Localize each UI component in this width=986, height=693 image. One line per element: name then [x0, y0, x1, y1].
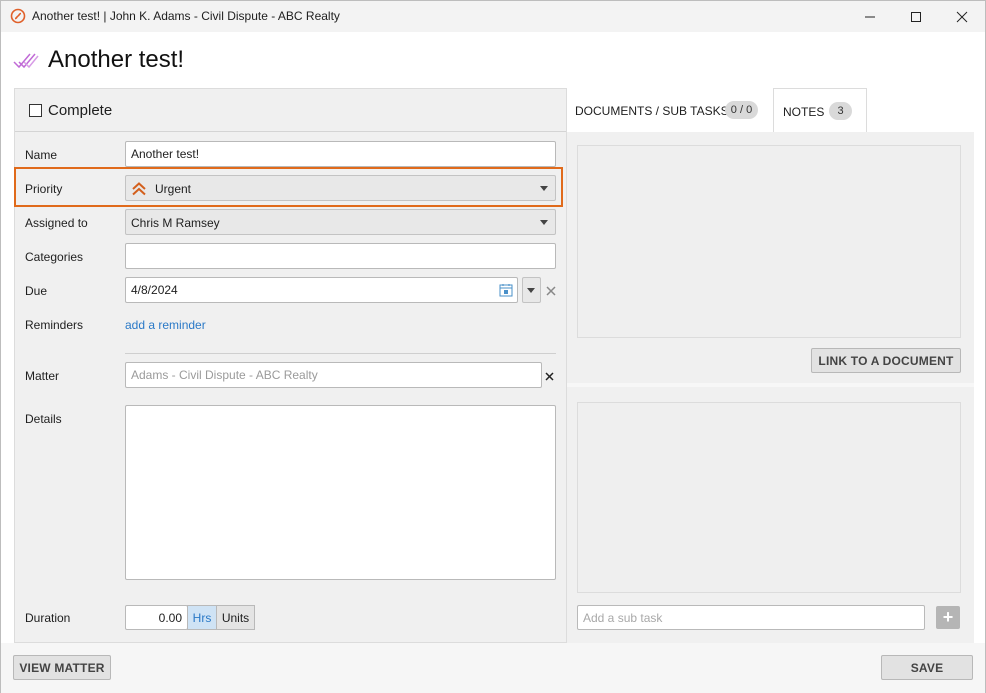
- view-matter-button[interactable]: VIEW MATTER: [13, 655, 111, 680]
- window-title: Another test! | John K. Adams - Civil Di…: [32, 9, 340, 23]
- details-textarea[interactable]: [125, 405, 556, 580]
- clear-matter-icon[interactable]: [545, 372, 554, 381]
- priority-select[interactable]: Urgent: [125, 175, 556, 201]
- assigned-to-value: Chris M Ramsey: [131, 216, 220, 230]
- minimize-button[interactable]: [847, 1, 893, 32]
- due-label: Due: [25, 284, 48, 298]
- categories-input[interactable]: [125, 243, 556, 269]
- assigned-to-select[interactable]: Chris M Ramsey: [125, 209, 556, 235]
- notes-count-badge: 3: [829, 102, 852, 120]
- page-title: Another test!: [48, 46, 185, 73]
- close-icon: [956, 11, 968, 22]
- title-bar: Another test! | John K. Adams - Civil Di…: [1, 1, 985, 32]
- documents-count-badge: 0 / 0: [725, 101, 758, 119]
- documents-list[interactable]: [577, 145, 961, 338]
- minimize-icon: [865, 16, 875, 17]
- duration-unit-hrs-toggle[interactable]: Hrs: [187, 605, 217, 630]
- panel-divider: [567, 383, 974, 387]
- double-chevron-up-icon: [132, 182, 146, 196]
- matter-input[interactable]: Adams - Civil Dispute - ABC Realty: [125, 362, 542, 388]
- duration-input[interactable]: 0.00: [125, 605, 188, 630]
- due-date-dropdown-button[interactable]: [522, 277, 541, 303]
- chevron-down-icon: [527, 288, 535, 293]
- task-check-icon: [13, 53, 39, 69]
- priority-select-value: Urgent: [155, 182, 192, 196]
- task-window: Another test! | John K. Adams - Civil Di…: [0, 0, 986, 693]
- footer-bar: VIEW MATTER SAVE: [1, 643, 985, 693]
- complete-label: Complete: [48, 102, 113, 119]
- name-input-value: Another test!: [131, 147, 200, 161]
- due-date-input[interactable]: 4/8/2024: [125, 277, 518, 303]
- reminders-label: Reminders: [25, 318, 84, 332]
- add-subtask-button[interactable]: +: [936, 606, 960, 629]
- name-label: Name: [25, 148, 58, 162]
- details-label: Details: [25, 412, 62, 426]
- complete-checkbox[interactable]: [29, 104, 42, 117]
- section-divider: [125, 353, 556, 354]
- matter-label: Matter: [25, 369, 60, 383]
- categories-label: Categories: [25, 250, 84, 264]
- hrs-label: Hrs: [192, 610, 212, 625]
- duration-label: Duration: [25, 611, 71, 625]
- priority-label: Priority: [25, 182, 63, 196]
- save-button[interactable]: SAVE: [881, 655, 973, 680]
- matter-input-value: Adams - Civil Dispute - ABC Realty: [131, 368, 318, 382]
- duration-unit-units-toggle[interactable]: Units: [216, 605, 255, 630]
- chevron-down-icon: [540, 220, 548, 225]
- app-logo-icon: [10, 8, 26, 24]
- units-label: Units: [221, 610, 250, 625]
- tab-documents-label: DOCUMENTS / SUB TASKS: [575, 104, 729, 118]
- link-document-button[interactable]: LINK TO A DOCUMENT: [811, 348, 961, 373]
- task-details-panel: Complete Name Another test! Priority Urg…: [14, 88, 567, 643]
- maximize-icon: [911, 11, 921, 22]
- assigned-to-label: Assigned to: [25, 216, 88, 230]
- tab-documents-subtasks[interactable]: DOCUMENTS / SUB TASKS 0 / 0: [567, 88, 773, 132]
- add-subtask-input[interactable]: Add a sub task: [577, 605, 925, 630]
- plus-icon: +: [942, 607, 954, 627]
- add-reminder-link[interactable]: add a reminder: [125, 318, 206, 332]
- duration-value: 0.00: [158, 610, 182, 625]
- calendar-icon[interactable]: [499, 283, 513, 297]
- chevron-down-icon: [540, 186, 548, 191]
- tab-notes-label: NOTES: [783, 105, 825, 119]
- tab-notes[interactable]: NOTES 3: [773, 88, 867, 132]
- name-input[interactable]: Another test!: [125, 141, 556, 167]
- due-date-value: 4/8/2024: [131, 283, 178, 297]
- subtasks-list[interactable]: [577, 402, 961, 593]
- add-subtask-placeholder: Add a sub task: [583, 610, 663, 625]
- clear-due-date-icon[interactable]: [546, 286, 556, 296]
- documents-subtasks-panel: LINK TO A DOCUMENT Add a sub task +: [567, 132, 974, 643]
- maximize-button[interactable]: [893, 1, 939, 32]
- complete-bar: Complete: [15, 89, 566, 132]
- close-window-button[interactable]: [939, 1, 985, 32]
